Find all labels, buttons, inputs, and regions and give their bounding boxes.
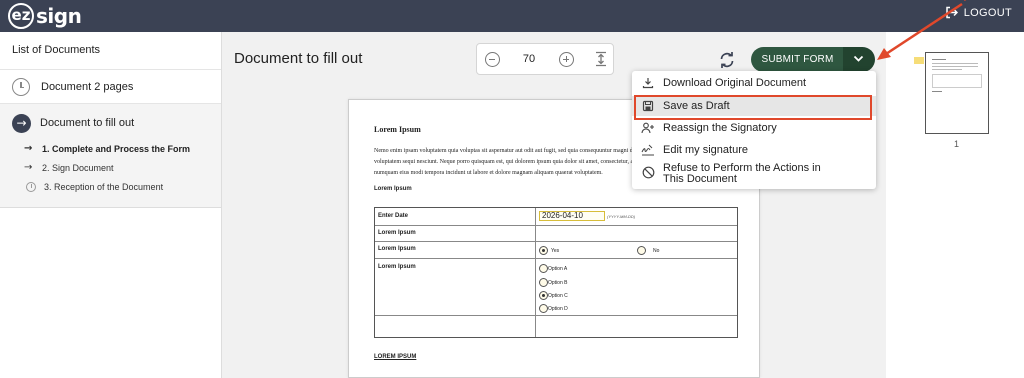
top-bar: ez sign LOGOUT — [0, 0, 1024, 32]
download-icon — [641, 76, 655, 90]
clock-icon — [12, 77, 30, 96]
clock-icon — [26, 181, 36, 192]
yes-radio[interactable] — [539, 246, 548, 255]
thumbnail-page-number: 1 — [954, 139, 960, 149]
option-d-radio[interactable] — [539, 304, 548, 313]
no-label: No — [653, 248, 660, 254]
yes-label: Yes — [551, 248, 560, 254]
option-a-radio[interactable] — [539, 264, 548, 273]
bookmark-tag-icon — [914, 57, 924, 64]
sidebar-item-label: Document 2 pages — [41, 80, 134, 93]
document-footer-heading: LOREM IPSUM — [374, 354, 417, 360]
arrow-right-icon: → — [24, 143, 33, 154]
step-label: 2. Sign Document — [42, 162, 114, 173]
zoom-control: 70 — [476, 43, 614, 75]
menu-item-label: Reassign the Signatory — [663, 122, 777, 134]
zoom-out-icon[interactable] — [485, 52, 500, 67]
row-label: Lorem Ipsum — [378, 230, 416, 236]
zoom-value[interactable]: 70 — [517, 53, 541, 65]
logo-mark: ez — [8, 3, 34, 29]
date-input[interactable]: 2026-04-10 — [539, 211, 605, 221]
table-row-divider — [375, 241, 737, 242]
option-label: Option B — [548, 280, 568, 286]
menu-item-label: Download Original Document — [663, 77, 807, 89]
step-sign-document[interactable]: → 2. Sign Document — [0, 158, 221, 177]
menu-item-edit-signature[interactable]: Edit my signature — [632, 140, 876, 160]
step-complete-form[interactable]: → 1. Complete and Process the Form — [0, 139, 221, 158]
sidebar-title: List of Documents — [0, 32, 221, 70]
step-reception[interactable]: 3. Reception of the Document — [0, 177, 221, 196]
zoom-in-icon[interactable] — [559, 52, 574, 67]
sidebar-item-document-to-fill-out[interactable]: → Document to fill out → 1. Complete and… — [0, 104, 221, 208]
fit-height-icon[interactable] — [594, 51, 608, 67]
logout-icon — [946, 6, 958, 19]
thumb-line — [932, 59, 946, 60]
signature-icon — [641, 143, 655, 157]
paragraph-line: numquam eius modi tempora incidunt ut la… — [374, 170, 603, 176]
document-heading: Lorem Ipsum — [374, 125, 421, 134]
submit-options-menu: Download Original Document Save as Draft… — [632, 71, 876, 189]
ezsign-logo[interactable]: ez sign — [8, 3, 82, 29]
menu-item-refuse-actions[interactable]: Refuse to Perform the Actions in This Do… — [632, 163, 876, 189]
person-add-icon — [641, 121, 655, 135]
menu-item-label: Refuse to Perform the Actions in This Do… — [663, 162, 821, 185]
row-label: Lorem Ipsum — [378, 246, 416, 252]
option-label: Option A — [548, 266, 568, 272]
menu-item-reassign-signatory[interactable]: Reassign the Signatory — [632, 118, 876, 138]
block-icon — [641, 165, 655, 179]
option-label: Option D — [548, 306, 568, 312]
row-label: Lorem Ipsum — [378, 264, 416, 270]
logo-text: sign — [36, 4, 82, 28]
logout-label: LOGOUT — [963, 6, 1012, 19]
form-table: Enter Date 2026-04-10 (YYYY-MM-DD) Lorem… — [374, 207, 738, 338]
no-radio[interactable] — [637, 246, 646, 255]
step-label: 1. Complete and Process the Form — [42, 143, 191, 154]
submit-form-button[interactable]: SUBMIT FORM — [751, 47, 844, 72]
table-column-divider — [535, 208, 536, 337]
thumb-line — [932, 66, 978, 67]
arrow-right-circle-icon: → — [12, 113, 31, 133]
chevron-down-icon — [853, 55, 864, 62]
thumb-table — [932, 74, 982, 88]
thumb-line — [932, 63, 978, 64]
document-paragraph: Nemo enim ipsam voluptatem quia voluptas… — [374, 146, 636, 179]
active-document-header: → Document to fill out — [0, 113, 221, 133]
sidebar-item-document-2-pages[interactable]: Document 2 pages — [0, 70, 221, 104]
save-as-draft-highlight — [634, 95, 872, 120]
menu-item-label: Edit my signature — [663, 144, 748, 156]
option-b-radio[interactable] — [539, 278, 548, 287]
table-row-divider — [375, 315, 737, 316]
option-label: Option C — [548, 293, 568, 299]
submit-options-toggle[interactable] — [843, 47, 875, 72]
thumb-line — [932, 91, 942, 92]
logout-button[interactable]: LOGOUT — [945, 6, 1012, 19]
option-c-radio[interactable] — [539, 291, 548, 300]
refresh-icon[interactable] — [718, 51, 736, 69]
table-row-divider — [375, 258, 737, 259]
date-label: Enter Date — [378, 213, 409, 219]
paragraph-line: voluptatem sequi nesciunt. Neque porro q… — [374, 159, 636, 165]
paragraph-line: Nemo enim ipsam voluptatem quia voluptas… — [374, 148, 636, 154]
menu-item-download-original[interactable]: Download Original Document — [632, 73, 876, 93]
arrow-right-icon: → — [24, 162, 33, 173]
documents-sidebar: List of Documents Document 2 pages → Doc… — [0, 32, 222, 378]
table-row-divider — [375, 225, 737, 226]
document-subheading: Lorem Ipsum — [374, 186, 412, 192]
step-label: 3. Reception of the Document — [44, 181, 164, 192]
page-title: Document to fill out — [234, 50, 363, 67]
date-format-hint: (YYYY-MM-DD) — [607, 214, 636, 219]
page-thumbnail[interactable] — [925, 52, 989, 134]
thumb-line — [932, 69, 962, 70]
sidebar-item-label: Document to fill out — [40, 117, 135, 129]
